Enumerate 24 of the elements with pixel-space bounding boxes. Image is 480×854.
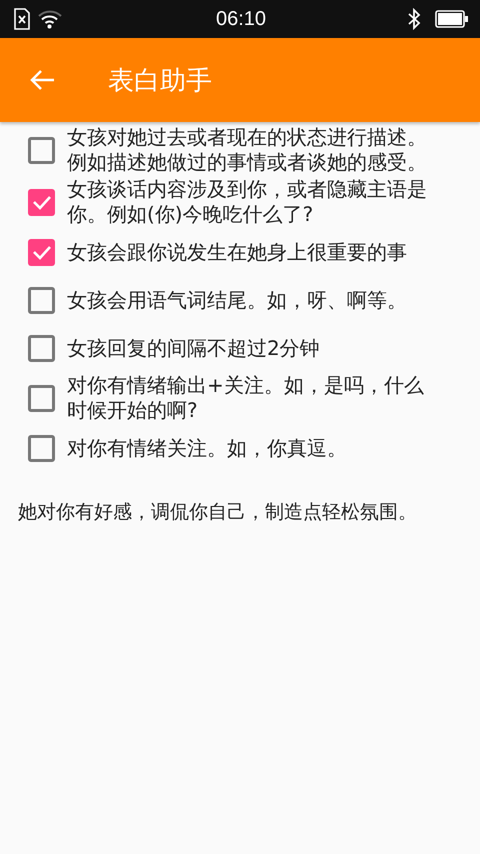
checkbox[interactable] — [28, 384, 55, 412]
checkbox-label: 女孩回复的间隔不超过2分钟 — [67, 336, 321, 360]
checkmark-icon — [32, 194, 52, 210]
back-arrow-icon — [29, 69, 55, 91]
checkbox-label: 女孩会用语气词结尾。如，呀、啊等。 — [67, 288, 408, 312]
wifi-icon — [38, 9, 62, 29]
sim-card-icon — [14, 8, 30, 30]
battery-icon — [435, 10, 468, 28]
checkbox[interactable] — [28, 286, 55, 314]
checkbox[interactable] — [28, 334, 55, 362]
result-text: 她对你有好感，调侃你自己，制造点轻松氛围。 — [18, 500, 418, 525]
checkbox-label: 对你有情绪关注。如，你真逗。 — [67, 436, 348, 460]
clock: 06:10 — [216, 8, 266, 30]
checkbox-label: 对你有情绪输出+关注。如，是吗，什么时候开始的啊? — [67, 373, 425, 423]
checkmark-icon — [32, 244, 52, 260]
checkbox[interactable] — [28, 188, 55, 216]
checkbox-label: 女孩对她过去或者现在的状态进行描述。例如描述她做过的事情或者谈她的感受。 — [67, 125, 428, 175]
checkbox-label: 女孩会跟你说发生在她身上很重要的事 — [67, 240, 408, 264]
checkbox[interactable] — [28, 136, 55, 164]
checkbox-label: 女孩谈话内容涉及到你，或者隐藏主语是你。例如(你)今晚吃什么了? — [67, 177, 428, 227]
checkbox[interactable] — [28, 238, 55, 266]
bluetooth-icon — [407, 8, 421, 30]
checkbox[interactable] — [28, 434, 55, 462]
screen-title: 表白助手 — [108, 64, 212, 98]
